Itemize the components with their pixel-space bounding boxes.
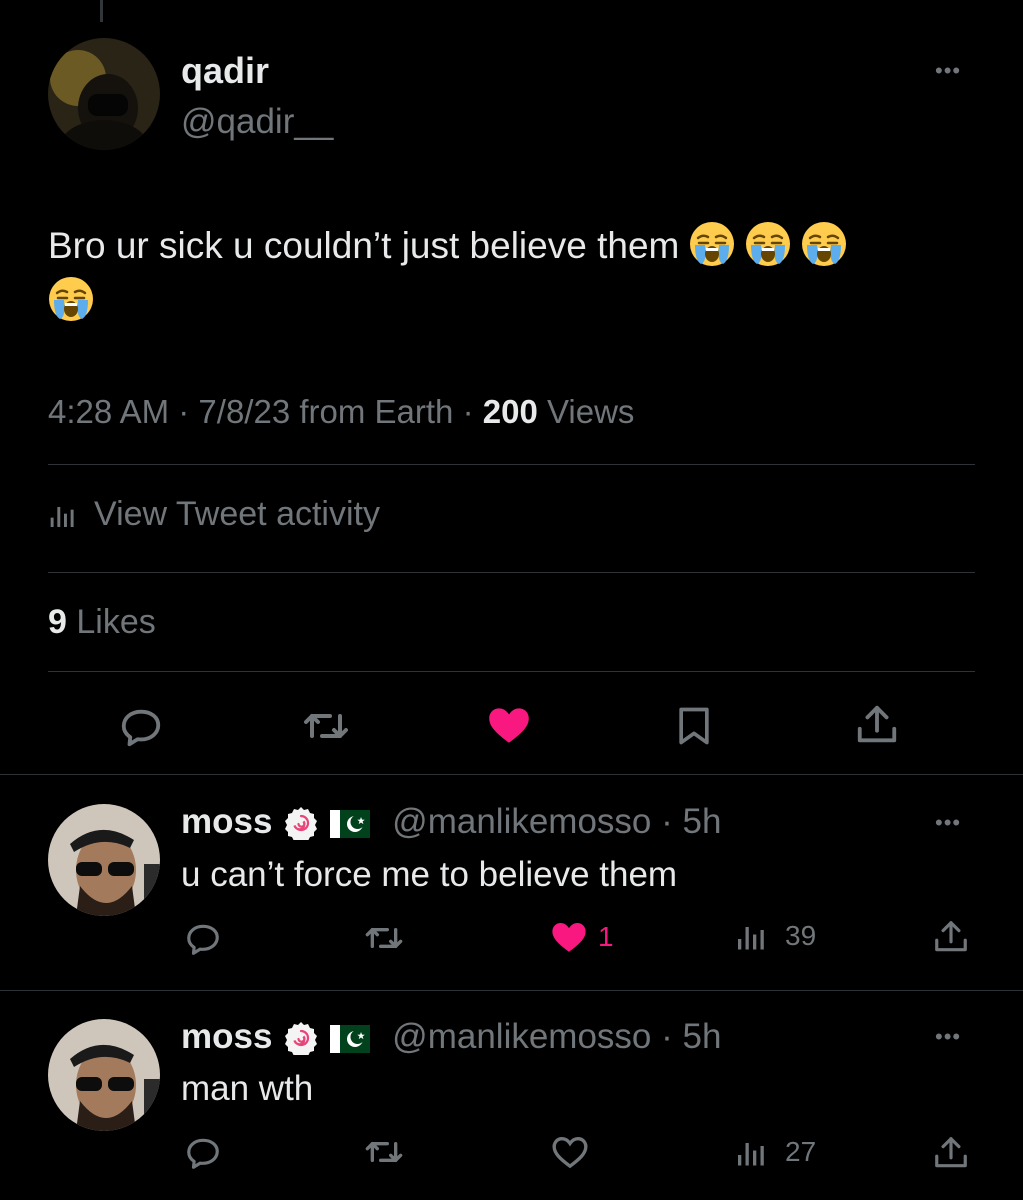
view-tweet-activity-row[interactable]: View Tweet activity: [48, 492, 380, 537]
author-avatar[interactable]: [48, 38, 160, 150]
views-action[interactable]: 27: [735, 1134, 816, 1170]
retweet-icon[interactable]: [362, 918, 406, 958]
reply-text: man wth: [181, 1069, 314, 1108]
likes-row[interactable]: 9 Likes: [48, 603, 156, 642]
author-handle[interactable]: @qadir__: [181, 102, 333, 142]
views-icon: [48, 499, 80, 531]
reply-handle[interactable]: @manlikemosso: [392, 802, 651, 841]
reply-author-name[interactable]: moss: [181, 1017, 272, 1056]
reply-header: moss @manlikemosso · 5h: [181, 1015, 721, 1066]
views-label: Views: [546, 393, 635, 430]
divider: [0, 990, 1023, 991]
meta-separator: ·: [178, 393, 190, 430]
views-icon: [735, 1134, 771, 1170]
likes-count: 9: [48, 603, 67, 641]
pakistan-flag-icon: [330, 805, 370, 849]
tweet-meta: 4:28 AM · 7/8/23 from Earth · 200 Views: [48, 393, 634, 431]
retweet-icon[interactable]: [300, 702, 352, 750]
reply-time[interactable]: · 5h: [661, 1017, 721, 1056]
reply-handle[interactable]: @manlikemosso: [392, 1017, 651, 1056]
share-icon[interactable]: [932, 918, 970, 956]
meta-separator: ·: [462, 393, 474, 430]
tweet-text-content: Bro ur sick u couldn’t just believe them: [48, 225, 680, 266]
tweet-text: Bro ur sick u couldn’t just believe them: [48, 218, 988, 328]
reply-icon[interactable]: [118, 704, 164, 750]
fishcake-badge-icon: [284, 1021, 318, 1066]
pakistan-flag-icon: [330, 1020, 370, 1064]
like-action[interactable]: 1: [548, 916, 614, 958]
like-count: 1: [598, 921, 614, 952]
views-action[interactable]: 39: [735, 918, 816, 954]
reply-author-name[interactable]: moss: [181, 802, 272, 841]
fishcake-badge-icon: [284, 806, 318, 851]
reply-avatar[interactable]: [48, 1019, 160, 1131]
divider: [0, 774, 1023, 775]
reply-avatar[interactable]: [48, 804, 160, 916]
views-count: 39: [785, 920, 817, 951]
loudly-crying-face-emoji: [48, 276, 94, 322]
bookmark-icon[interactable]: [672, 702, 716, 750]
more-icon[interactable]: •••: [935, 1024, 961, 1050]
loudly-crying-face-emoji: [801, 221, 847, 267]
loudly-crying-face-emoji: [689, 221, 735, 267]
tweet-date-source: 7/8/23 from Earth: [198, 393, 454, 430]
likes-label: Likes: [76, 603, 156, 641]
more-icon[interactable]: •••: [935, 810, 961, 836]
heart-icon: [548, 916, 590, 958]
reply-time[interactable]: · 5h: [661, 802, 721, 841]
views-count: 27: [785, 1136, 817, 1167]
author-name[interactable]: qadir: [181, 50, 269, 92]
views-count: 200: [482, 393, 538, 430]
reply-icon[interactable]: [184, 1134, 222, 1172]
tweet-time[interactable]: 4:28 AM: [48, 393, 169, 430]
heart-icon[interactable]: [484, 700, 534, 750]
reply-header: moss @manlikemosso · 5h: [181, 800, 721, 851]
divider: [48, 671, 975, 672]
loudly-crying-face-emoji: [745, 221, 791, 267]
share-icon[interactable]: [854, 702, 900, 748]
retweet-icon[interactable]: [362, 1132, 406, 1172]
more-icon[interactable]: •••: [935, 58, 961, 84]
view-activity-label: View Tweet activity: [94, 495, 380, 533]
divider: [48, 464, 975, 465]
thread-connector-line: [100, 0, 103, 22]
share-icon[interactable]: [932, 1134, 970, 1172]
heart-icon[interactable]: [550, 1132, 590, 1172]
reply-icon[interactable]: [184, 920, 222, 958]
reply-text: u can’t force me to believe them: [181, 855, 678, 894]
divider: [48, 572, 975, 573]
views-icon: [735, 918, 771, 954]
